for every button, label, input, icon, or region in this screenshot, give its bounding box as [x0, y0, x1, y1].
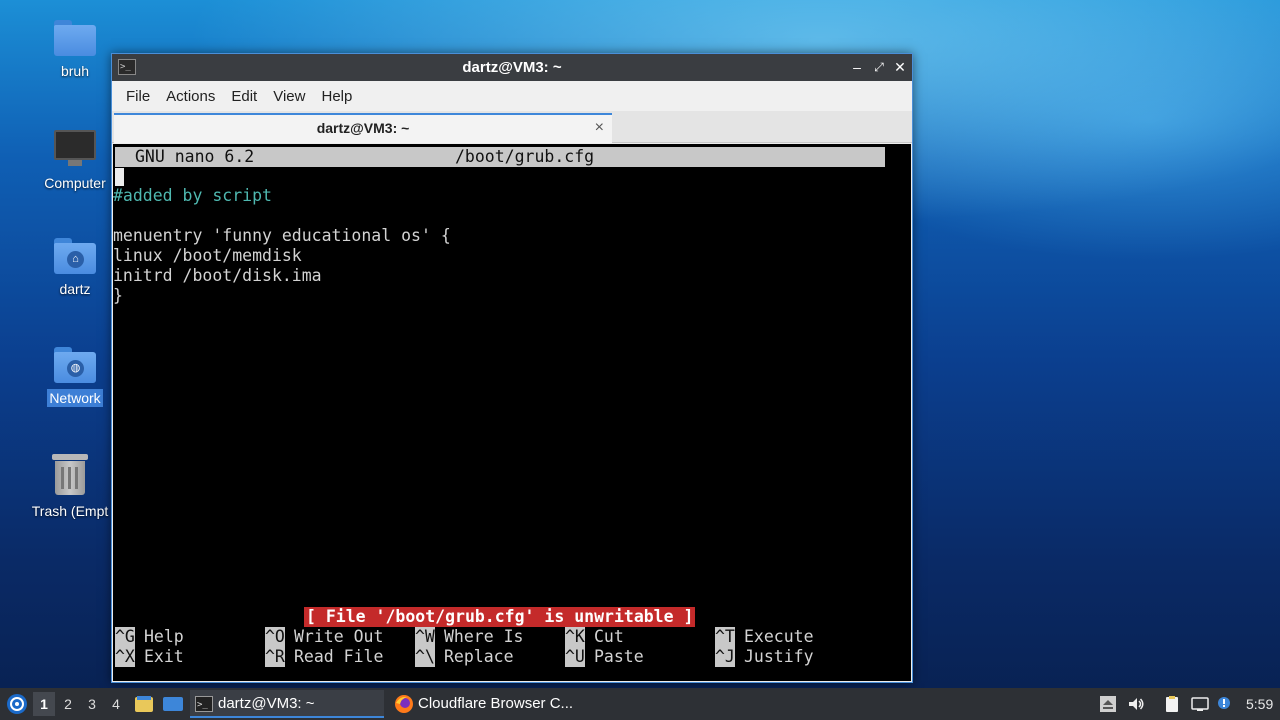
network-folder-icon: ◍: [54, 347, 96, 383]
update-notification-icon[interactable]: [1215, 695, 1233, 713]
show-desktop-launcher[interactable]: [162, 688, 184, 720]
file-manager-launcher[interactable]: [134, 688, 154, 720]
shortcut-replace: Replace: [444, 647, 514, 666]
editor-line: #added by script: [113, 186, 272, 205]
shortcut-key: ^W: [415, 627, 435, 647]
shortcut-execute: Execute: [744, 627, 814, 646]
shortcut-key: ^G: [115, 627, 135, 647]
task-label: Cloudflare Browser C...: [418, 695, 574, 712]
terminal-area[interactable]: GNU nano 6.2 /boot/grub.cfg #added by sc…: [113, 144, 911, 681]
task-browser[interactable]: Cloudflare Browser C...: [390, 690, 590, 718]
desktop-icon-dartz[interactable]: ⌂ dartz: [30, 238, 120, 298]
network-display-icon[interactable]: [1191, 695, 1209, 713]
tab-terminal[interactable]: dartz@VM3: ~ ×: [114, 113, 612, 143]
desktop-icon-network[interactable]: ◍ Network: [30, 347, 120, 407]
clipboard-icon[interactable]: [1163, 695, 1181, 713]
shortcut-paste: Paste: [594, 647, 644, 666]
window-titlebar[interactable]: >_ dartz@VM3: ~ – ⤢ ✕: [112, 54, 912, 81]
workspace-4[interactable]: 4: [105, 692, 127, 716]
shortcut-key: ^X: [115, 647, 135, 667]
terminal-icon: >_: [195, 696, 213, 712]
desktop-icon-label: Network: [47, 389, 103, 407]
close-button[interactable]: ✕: [891, 58, 909, 76]
menu-actions[interactable]: Actions: [158, 88, 223, 105]
firefox-icon: [395, 695, 413, 713]
shortcut-exit: Exit: [144, 647, 184, 666]
workspace-1[interactable]: 1: [33, 692, 55, 716]
workspace-2[interactable]: 2: [57, 692, 79, 716]
nano-filename: /boot/grub.cfg: [455, 147, 595, 166]
shortcut-key: ^J: [715, 647, 735, 667]
text-cursor: [115, 168, 124, 186]
eject-icon[interactable]: [1099, 695, 1117, 713]
menu-view[interactable]: View: [265, 88, 313, 105]
desktop-icon-label: Computer: [44, 175, 106, 191]
computer-icon: [54, 130, 96, 168]
desktop-icon-label: bruh: [60, 63, 90, 79]
minimize-button[interactable]: –: [848, 58, 866, 76]
shortcut-justify: Justify: [744, 647, 814, 666]
tab-label: dartz@VM3: ~: [316, 120, 410, 136]
clock[interactable]: 5:59: [1246, 688, 1273, 720]
file-manager-icon: [135, 696, 153, 712]
menubar: File Actions Edit View Help: [112, 81, 912, 111]
desktop-icon-label: Trash (Empt: [31, 503, 109, 519]
desktop-icon-computer[interactable]: Computer: [30, 130, 120, 192]
menu-help[interactable]: Help: [313, 88, 360, 105]
shortcut-key: ^R: [265, 647, 285, 667]
shortcut-key: ^T: [715, 627, 735, 647]
terminal-window: >_ dartz@VM3: ~ – ⤢ ✕ File Actions Edit …: [111, 53, 913, 683]
volume-icon[interactable]: [1127, 695, 1145, 713]
editor-line: menuentry 'funny educational os' {: [113, 226, 451, 245]
desktop-icon-trash[interactable]: Trash (Empt: [24, 454, 116, 520]
shortcut-cut: Cut: [594, 627, 624, 646]
workspace-3[interactable]: 3: [81, 692, 103, 716]
shortcut-where-is: Where Is: [444, 627, 524, 646]
folder-icon: [54, 20, 96, 56]
menu-file[interactable]: File: [118, 88, 158, 105]
menu-edit[interactable]: Edit: [223, 88, 265, 105]
lubuntu-logo-icon: [7, 694, 27, 714]
shortcut-key: ^U: [565, 647, 585, 667]
nano-header: GNU nano 6.2 /boot/grub.cfg: [115, 147, 885, 167]
home-folder-icon: ⌂: [54, 238, 96, 274]
shortcut-key: ^O: [265, 627, 285, 647]
nano-status-message: [ File '/boot/grub.cfg' is unwritable ]: [304, 607, 696, 627]
editor-line: initrd /boot/disk.ima: [113, 266, 322, 285]
nano-version: GNU nano 6.2: [135, 147, 255, 166]
desktop-icon-bruh[interactable]: bruh: [30, 20, 120, 80]
show-desktop-icon: [163, 697, 183, 711]
tab-close-icon[interactable]: ×: [595, 118, 604, 138]
editor-line: }: [113, 286, 123, 305]
desktop-icon-label: dartz: [59, 281, 91, 297]
taskbar: 1 2 3 4 >_ dartz@VM3: ~ Cloudflare Brows…: [0, 688, 1280, 720]
maximize-button[interactable]: ⤢: [870, 58, 888, 76]
start-menu-button[interactable]: [4, 688, 30, 720]
trash-icon: [52, 454, 88, 496]
tab-bar: dartz@VM3: ~ ×: [112, 111, 912, 143]
task-terminal[interactable]: >_ dartz@VM3: ~: [190, 690, 384, 718]
shortcut-help: Help: [144, 627, 184, 646]
shortcut-key: ^K: [565, 627, 585, 647]
svg-text:>_: >_: [197, 700, 208, 710]
shortcut-read-file: Read File: [294, 647, 384, 666]
window-title: dartz@VM3: ~: [462, 59, 562, 76]
task-label: dartz@VM3: ~: [218, 695, 315, 712]
shortcut-key: ^\: [415, 647, 435, 667]
editor-line: linux /boot/memdisk: [113, 246, 302, 265]
shortcut-write-out: Write Out: [294, 627, 384, 646]
